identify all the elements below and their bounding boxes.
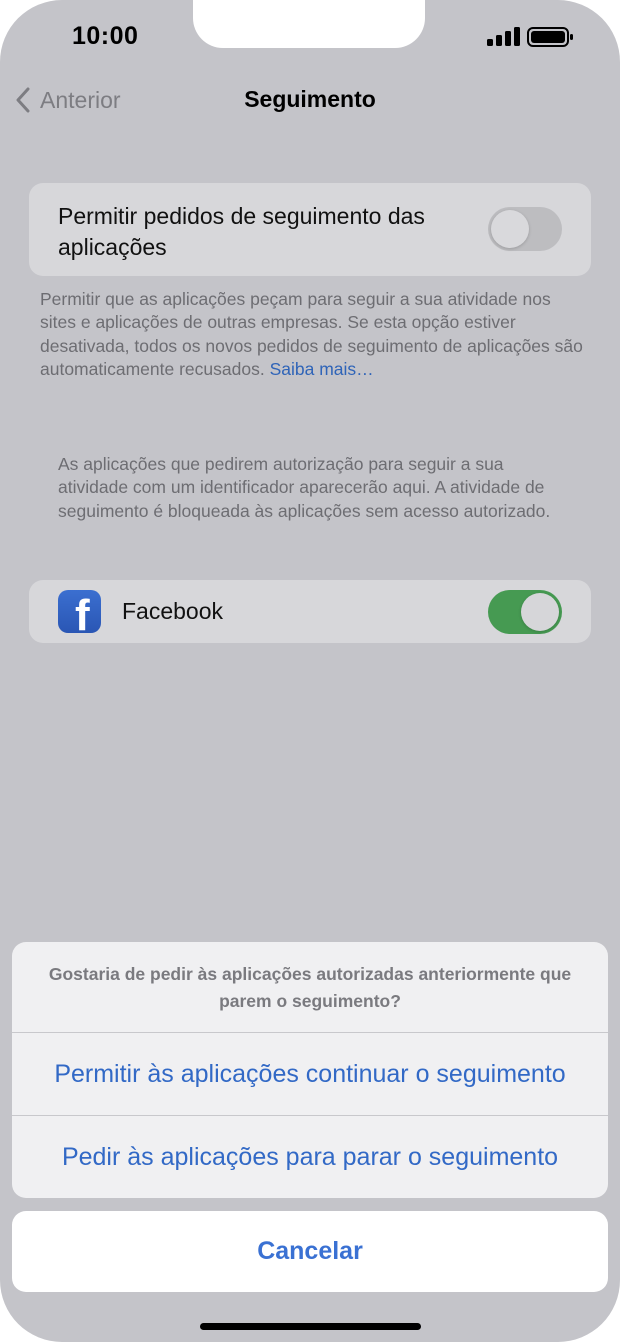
apps-note: As aplicações que pedirem autorização pa…	[58, 454, 551, 521]
page-title: Seguimento	[244, 86, 376, 112]
facebook-tracking-switch[interactable]	[488, 590, 562, 634]
action-sheet-message: Gostaria de pedir às aplicações autoriza…	[48, 964, 572, 1011]
action-sheet: Gostaria de pedir às aplicações autoriza…	[12, 942, 608, 1198]
tracking-requests-label: Permitir pedidos de seguimento das aplic…	[58, 203, 425, 260]
status-time: 10:00	[72, 22, 139, 50]
learn-more-link[interactable]: Saiba mais…	[270, 359, 374, 379]
tracking-requests-switch[interactable]	[488, 207, 562, 251]
battery-icon	[527, 27, 573, 47]
allow-continue-tracking-button[interactable]: Permitir às aplicações continuar o segui…	[12, 1033, 608, 1115]
switch-knob	[521, 593, 559, 631]
cancel-button[interactable]: Cancelar	[12, 1211, 608, 1292]
ask-stop-tracking-button[interactable]: Pedir às aplicações para parar o seguime…	[12, 1116, 608, 1198]
cellular-signal-icon	[487, 27, 520, 46]
tracking-description: Permitir que as aplicações peçam para se…	[40, 288, 585, 381]
facebook-icon: f	[58, 590, 101, 633]
app-row-facebook: f Facebook	[29, 580, 591, 643]
switch-knob	[491, 210, 529, 248]
phone-screen: 10:00 Anterior Seguimento Permitir pedid…	[0, 0, 620, 1342]
app-name: Facebook	[122, 598, 224, 624]
notch	[193, 0, 425, 48]
home-indicator[interactable]	[200, 1323, 421, 1330]
tracking-requests-row: Permitir pedidos de seguimento das aplic…	[29, 183, 591, 276]
